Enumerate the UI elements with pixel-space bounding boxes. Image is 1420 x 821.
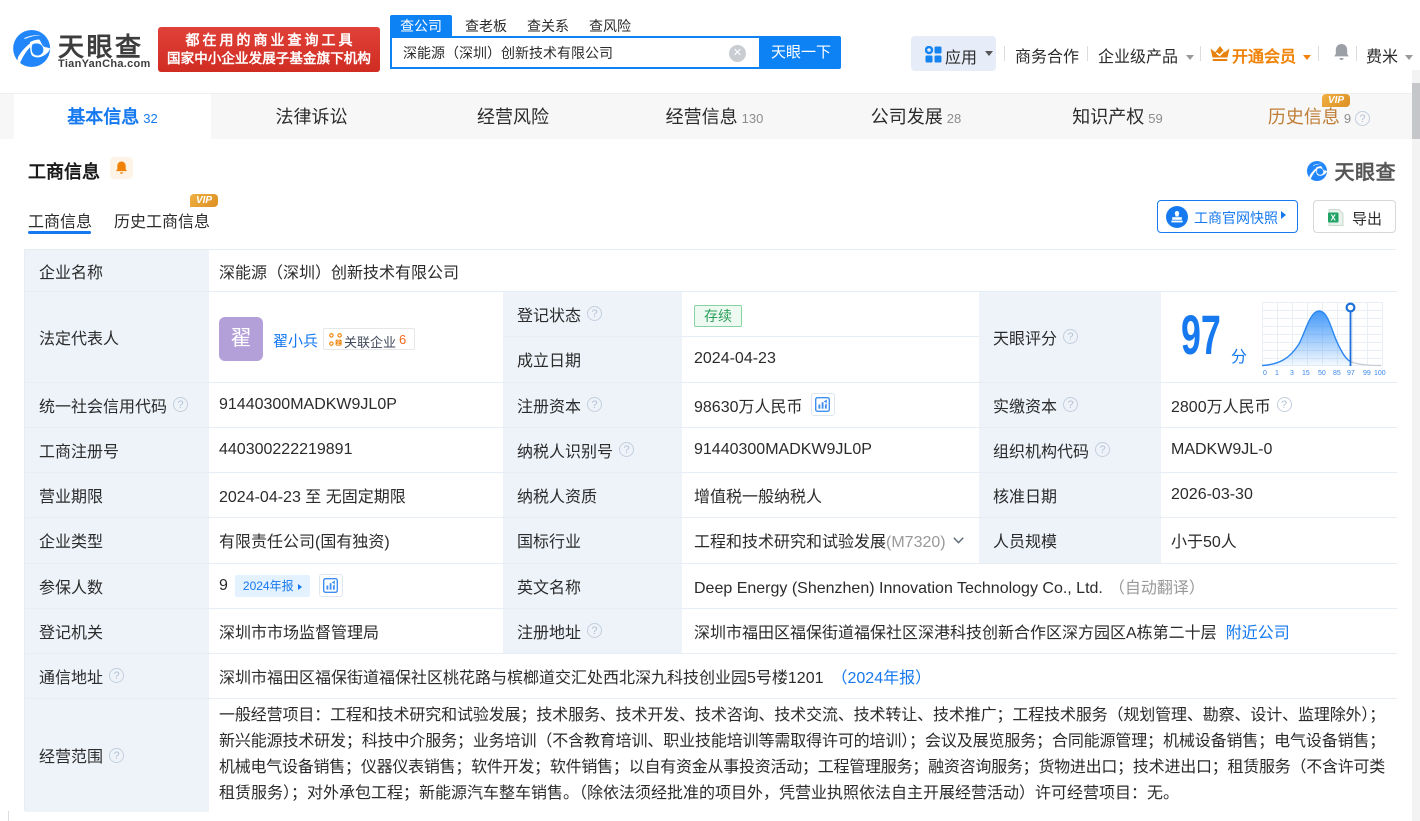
svg-text:100: 100: [1374, 370, 1386, 377]
svg-text:0: 0: [1263, 370, 1267, 377]
svg-text:X: X: [1331, 214, 1337, 223]
svg-text:15: 15: [1302, 370, 1310, 377]
svg-text:50: 50: [1318, 370, 1326, 377]
svg-text:企: 企: [336, 338, 342, 346]
svg-text:1: 1: [1275, 370, 1279, 377]
svg-text:99: 99: [1363, 370, 1371, 377]
svg-text:85: 85: [1333, 370, 1341, 377]
svg-text:3: 3: [1290, 370, 1294, 377]
svg-text:97: 97: [1347, 370, 1355, 377]
